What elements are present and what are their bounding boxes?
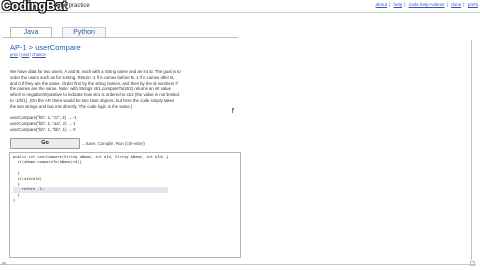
go-hint: ...Save, Compile, Run (ctrl-enter) bbox=[82, 141, 145, 146]
site-tagline: code practice bbox=[54, 3, 90, 9]
next-link[interactable]: next bbox=[21, 52, 29, 57]
code-help-videos-link[interactable]: code help+videos bbox=[409, 2, 445, 7]
link-separator: | bbox=[404, 2, 406, 7]
examples-list: userCompare("bb", 1, "zz", 2) → -1 userC… bbox=[10, 115, 77, 132]
code-editor[interactable]: public int userCompare(String aName, int… bbox=[9, 152, 241, 258]
code-line: } bbox=[13, 198, 16, 203]
link-separator: | bbox=[389, 2, 391, 7]
example-item: userCompare("bb", 1, "bb", 1) → 0 bbox=[10, 126, 76, 132]
chance-link[interactable]: chance bbox=[32, 52, 46, 57]
bottom-right-marker-icon bbox=[470, 261, 475, 266]
bottom-left-marker-icon bbox=[2, 262, 6, 265]
problem-nav: prev|next|chance bbox=[10, 52, 46, 57]
done-link[interactable]: done bbox=[451, 2, 461, 7]
problem-title: AP-1 > userCompare bbox=[10, 43, 81, 52]
right-divider bbox=[471, 40, 472, 260]
text-cursor-icon bbox=[232, 108, 234, 113]
bottom-divider bbox=[0, 264, 476, 265]
help-link[interactable]: help bbox=[394, 2, 403, 7]
prev-link[interactable]: prev bbox=[10, 52, 18, 57]
about-link[interactable]: about bbox=[376, 2, 388, 7]
header-links: about | help | code help+videos | done | pre… bbox=[376, 2, 478, 7]
problem-description: We have data for two users, A and B, eac… bbox=[10, 69, 242, 110]
code-area[interactable]: public int userCompare(String aName, int… bbox=[13, 155, 169, 204]
header-bar: CodingBat code practice about | help | cod… bbox=[0, 0, 480, 13]
link-separator: | bbox=[446, 2, 448, 7]
go-button[interactable]: Go bbox=[10, 138, 80, 149]
link-separator: | bbox=[463, 2, 465, 7]
codingbat-page: CodingBat code practice about | help | cod… bbox=[0, 0, 480, 270]
example-item: userCompare("bb", 1, "zz", 2) → -1 bbox=[10, 115, 77, 120]
tab-divider bbox=[3, 37, 238, 38]
prefs-link[interactable]: prefs bbox=[468, 2, 478, 7]
example-item: userCompare("bb", 1, "aa", 2) → 1 bbox=[10, 120, 76, 126]
description-line: the two strings and two ints directly. T… bbox=[10, 103, 133, 109]
